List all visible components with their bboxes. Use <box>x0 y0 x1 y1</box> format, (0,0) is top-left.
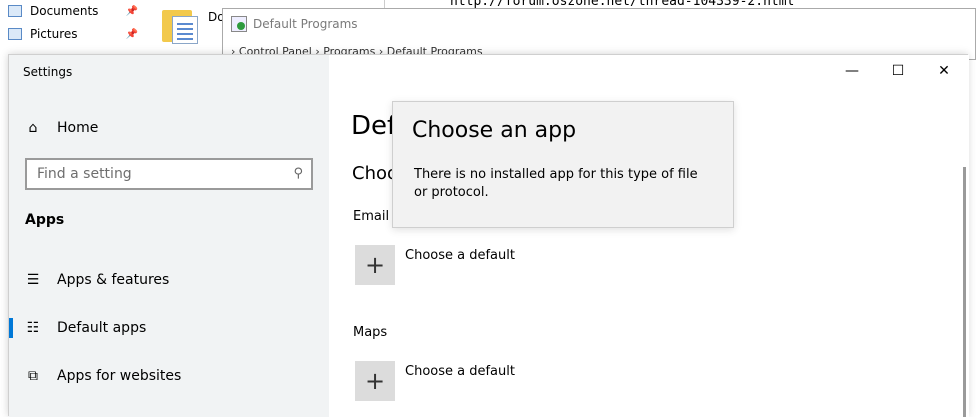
plus-icon[interactable]: + <box>355 245 395 285</box>
choose-default-label[interactable]: Choose a default <box>405 248 515 263</box>
pin-icon: 📌 <box>125 28 138 40</box>
quick-access-pictures[interactable]: Pictures 📌 <box>8 23 138 45</box>
plus-icon[interactable]: + <box>355 361 395 401</box>
quick-access-label: Pictures <box>30 27 78 41</box>
default-programs-title: Default Programs <box>253 17 358 31</box>
email-choose-default[interactable]: + Choose a default <box>355 245 515 285</box>
sidebar-item-label: Default apps <box>57 320 147 336</box>
default-programs-titlebar: Default Programs <box>231 16 358 32</box>
flyout-message: There is no installed app for this type … <box>414 167 698 200</box>
selection-indicator <box>9 318 13 338</box>
window-controls: — ☐ ✕ <box>829 55 967 87</box>
apps-websites-icon: ⧉ <box>28 368 38 384</box>
apps-features-icon: ☰ <box>26 272 40 288</box>
search-input[interactable] <box>27 160 311 188</box>
choose-default-label[interactable]: Choose a default <box>405 364 515 379</box>
pictures-icon <box>8 28 22 40</box>
sidebar-item-default-apps[interactable]: ☷ Default apps <box>9 308 329 348</box>
folder-icon[interactable] <box>162 6 198 44</box>
category-label-maps: Maps <box>353 325 388 340</box>
search-icon[interactable]: ⚲ <box>293 166 303 181</box>
settings-nav-pane: Settings ⌂ Home ⚲ Apps ☰ Apps & features… <box>9 55 329 417</box>
close-button[interactable]: ✕ <box>921 55 967 87</box>
explorer-quick-access: Documents 📌 Pictures 📌 <box>0 0 160 56</box>
sidebar-item-apps-websites[interactable]: ⧉ Apps for websites <box>9 356 329 396</box>
category-label-email: Email <box>353 209 390 224</box>
maximize-button[interactable]: ☐ <box>875 55 921 87</box>
default-programs-icon <box>231 16 247 32</box>
nav-home[interactable]: ⌂ Home <box>9 108 329 148</box>
quick-access-documents[interactable]: Documents 📌 <box>8 0 138 22</box>
page-title: Def <box>351 111 397 141</box>
default-apps-icon: ☷ <box>26 320 40 336</box>
scrollbar[interactable] <box>963 167 966 417</box>
quick-access-label: Documents <box>30 4 99 18</box>
sidebar-item-label: Apps & features <box>57 272 170 288</box>
nav-home-label: Home <box>57 120 99 136</box>
sidebar-item-apps-features[interactable]: ☰ Apps & features <box>9 260 329 300</box>
pin-icon: 📌 <box>125 5 138 17</box>
default-programs-window[interactable]: Default Programs › Control Panel › Progr… <box>222 8 976 60</box>
sidebar-item-label: Apps for websites <box>57 368 182 384</box>
minimize-button[interactable]: — <box>829 55 875 87</box>
window-title: Settings <box>23 65 73 79</box>
search-box[interactable]: ⚲ <box>25 158 313 190</box>
flyout-title: Choose an app <box>412 118 577 143</box>
home-icon: ⌂ <box>28 120 38 136</box>
section-header-apps: Apps <box>25 212 65 228</box>
choose-app-flyout: Choose an app There is no installed app … <box>392 101 734 228</box>
documents-icon <box>8 5 22 17</box>
maps-choose-default[interactable]: + Choose a default <box>355 361 515 401</box>
